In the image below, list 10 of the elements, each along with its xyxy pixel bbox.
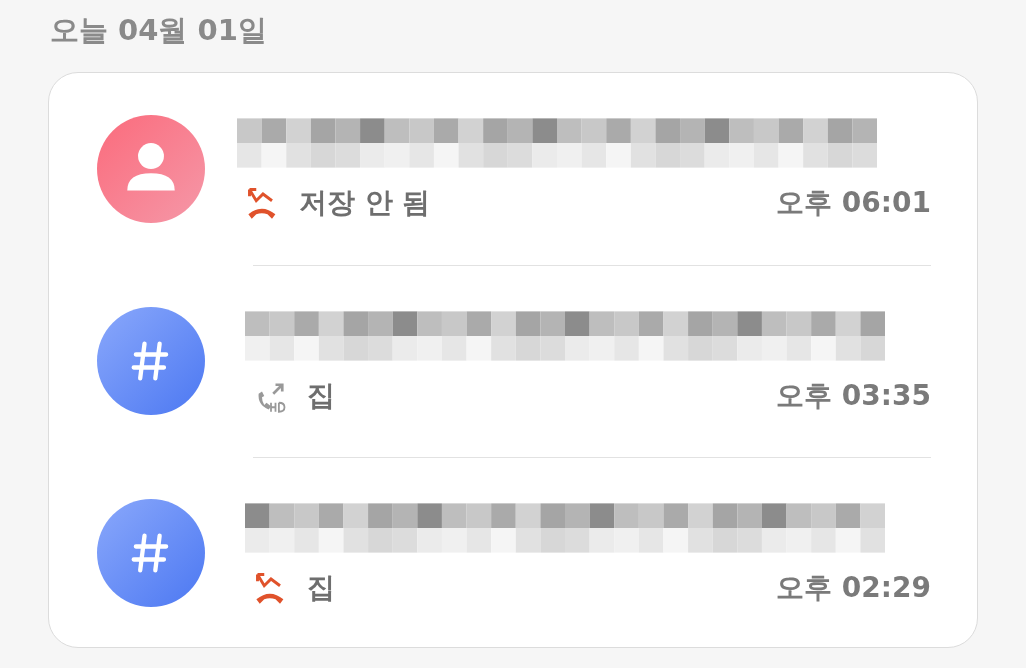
hash-avatar-icon — [97, 499, 205, 607]
call-label: 집 — [307, 377, 335, 414]
hash-avatar-icon — [97, 307, 205, 415]
call-label: 저장 안 됨 — [299, 185, 431, 221]
person-avatar-icon — [97, 115, 205, 223]
call-time: 오후 03:35 — [776, 377, 931, 414]
call-time: 오후 06:01 — [776, 185, 931, 221]
call-time: 오후 02:29 — [776, 569, 931, 606]
date-header: 오늘 04월 01일 — [50, 12, 267, 49]
call-label: 집 — [307, 569, 335, 606]
